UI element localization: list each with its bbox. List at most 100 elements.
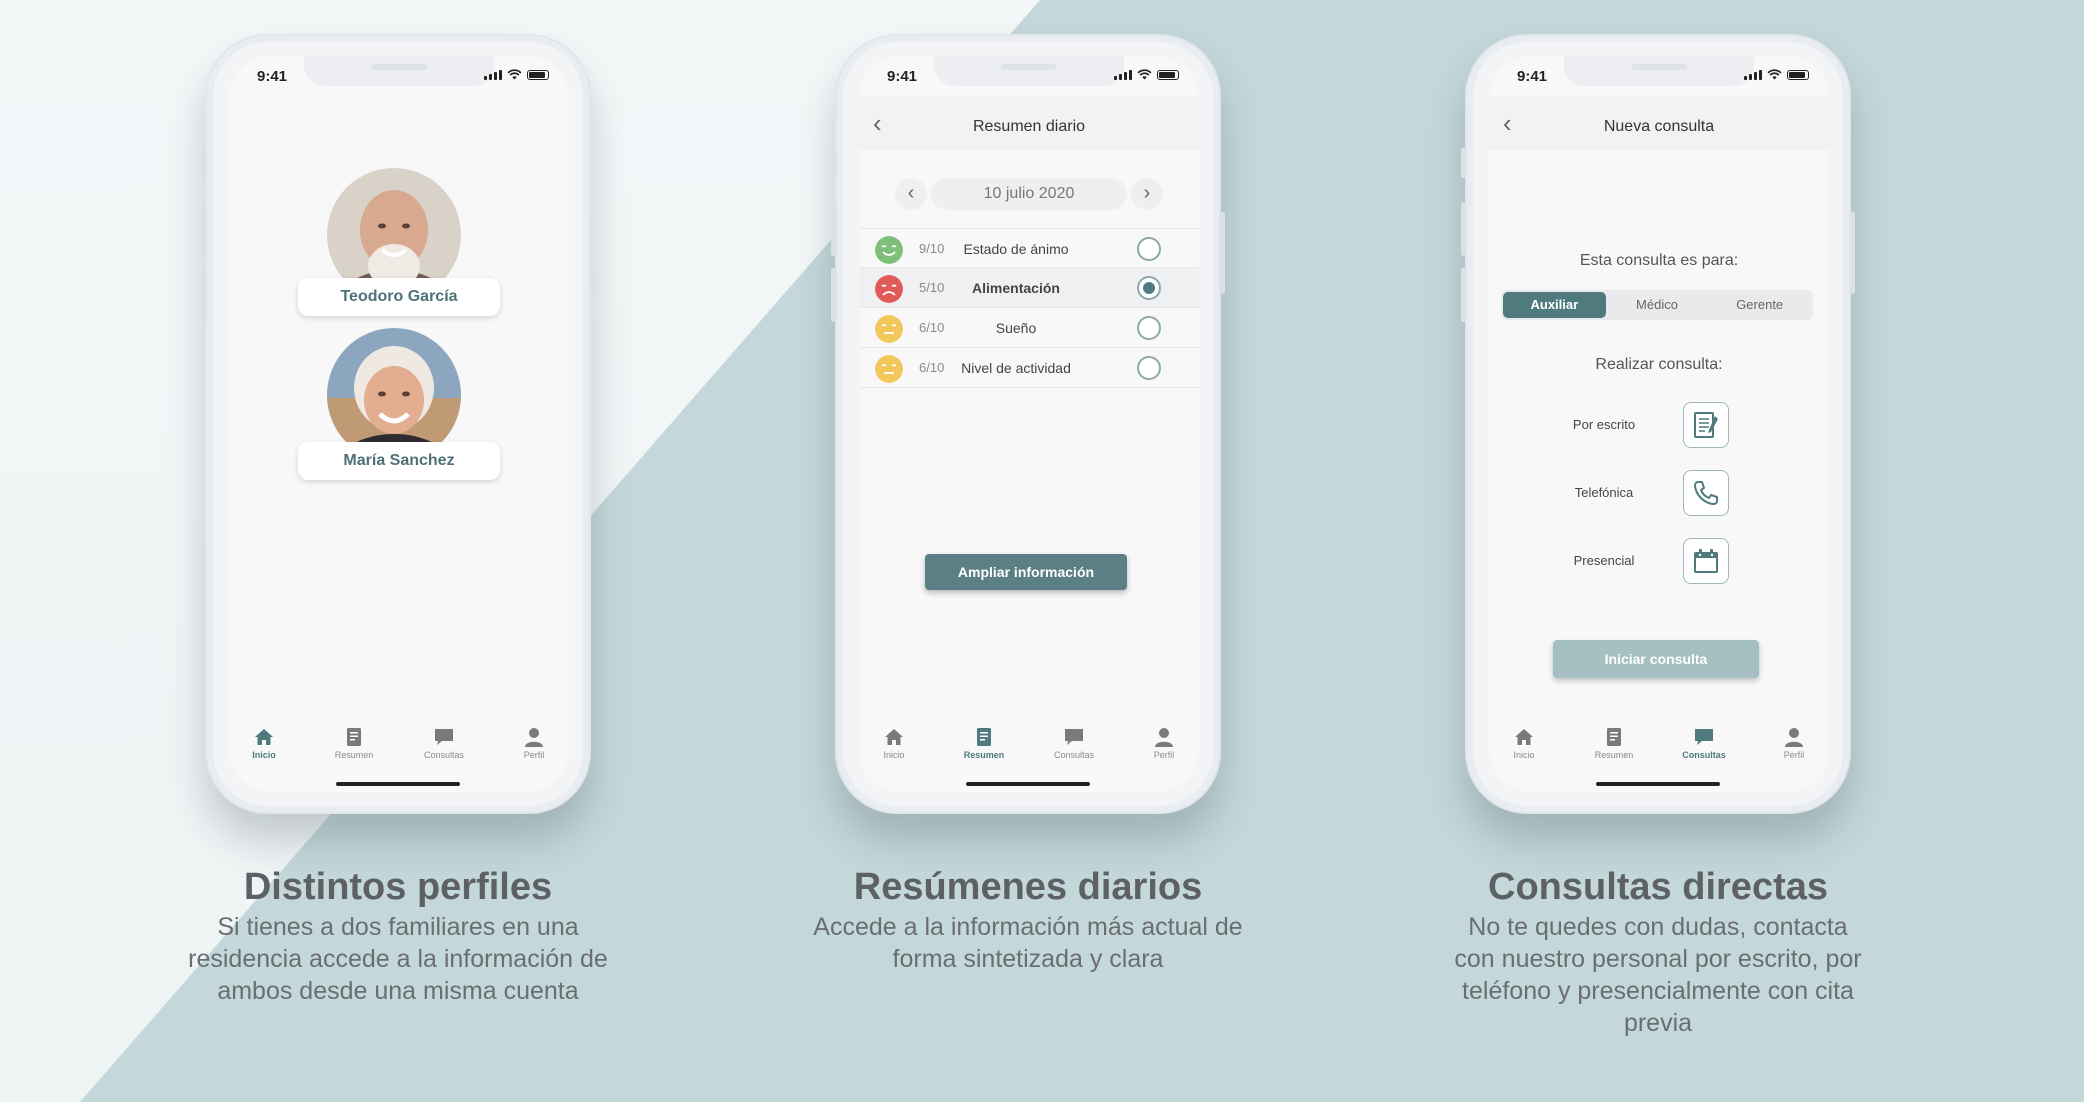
tab-consultas[interactable]: Consultas bbox=[1669, 726, 1739, 760]
tab-resumen[interactable]: Resumen bbox=[949, 726, 1019, 760]
wifi-icon bbox=[1137, 69, 1152, 80]
status-icons bbox=[1114, 69, 1179, 80]
tab-perfil[interactable]: Perfil bbox=[1129, 726, 1199, 760]
screen-title: Resumen diario bbox=[972, 118, 1086, 135]
phone-screen: 9:41 Teodoro García María Sanchez Inicio… bbox=[229, 56, 569, 792]
summary-row-mood[interactable]: 9/10 Estado de ánimo bbox=[859, 228, 1199, 268]
phone-notch bbox=[304, 56, 494, 86]
method-question: Realizar consulta: bbox=[1595, 356, 1723, 373]
caption-title: Resúmenes diarios bbox=[853, 866, 1203, 908]
home-indicator bbox=[1596, 782, 1720, 786]
signal-icon bbox=[484, 69, 502, 80]
written-note-icon bbox=[1694, 412, 1718, 438]
option-in-person[interactable]: Presencial bbox=[1489, 538, 1829, 586]
wifi-icon bbox=[1767, 69, 1782, 80]
document-icon bbox=[1607, 728, 1621, 746]
summary-list: 9/10 Estado de ánimo 5/10 Alimentación 6… bbox=[859, 228, 1199, 388]
user-icon bbox=[525, 728, 543, 747]
feature-daily-summary: ‹ Resumen diario 9:41 ‹ 10 julio 2020 › … bbox=[708, 0, 1348, 1102]
caption-consultations: Consultas directas No te quedes con duda… bbox=[1338, 866, 1978, 1039]
home-indicator bbox=[966, 782, 1090, 786]
summary-row-activity[interactable]: 6/10 Nivel de actividad bbox=[859, 348, 1199, 388]
phone-notch bbox=[1564, 56, 1754, 86]
tab-inicio[interactable]: Inicio bbox=[1489, 726, 1559, 760]
tab-consultas[interactable]: Consultas bbox=[1039, 726, 1109, 760]
tab-bar: Inicio Resumen Consultas Perfil bbox=[229, 724, 569, 792]
caption-summary: Resúmenes diarios Accede a la informació… bbox=[708, 866, 1348, 975]
tab-bar: Inicio Resumen Consultas Perfil bbox=[1489, 724, 1829, 792]
written-option-button[interactable] bbox=[1683, 402, 1729, 448]
happy-face-icon bbox=[875, 236, 903, 264]
phone-mockup-profiles: 9:41 Teodoro García María Sanchez Inicio… bbox=[201, 34, 595, 814]
segment-medico[interactable]: Médico bbox=[1606, 292, 1709, 318]
summary-row-food[interactable]: 5/10 Alimentación bbox=[859, 268, 1199, 308]
nav-header: ‹ Nueva consulta bbox=[1489, 96, 1829, 150]
tab-perfil[interactable]: Perfil bbox=[1759, 726, 1829, 760]
phone-mockup-consultations: ‹ Nueva consulta 9:41 Esta consulta es p… bbox=[1461, 34, 1855, 814]
sad-face-icon bbox=[875, 275, 903, 303]
radio-button[interactable] bbox=[1137, 316, 1161, 340]
segment-auxiliar[interactable]: Auxiliar bbox=[1503, 292, 1606, 318]
status-icons bbox=[484, 69, 549, 80]
phone-option-button[interactable] bbox=[1683, 470, 1729, 516]
radio-button[interactable] bbox=[1137, 356, 1161, 380]
home-indicator bbox=[336, 782, 460, 786]
phone-mockup-summary: ‹ Resumen diario 9:41 ‹ 10 julio 2020 › … bbox=[831, 34, 1225, 814]
summary-row-sleep[interactable]: 6/10 Sueño bbox=[859, 308, 1199, 348]
battery-icon bbox=[527, 70, 549, 80]
feature-consultations: ‹ Nueva consulta 9:41 Esta consulta es p… bbox=[1338, 0, 1978, 1102]
next-date-chevron-icon[interactable]: › bbox=[1131, 178, 1163, 210]
user-icon bbox=[1155, 728, 1173, 747]
home-icon bbox=[1515, 729, 1533, 745]
phone-notch bbox=[934, 56, 1124, 86]
status-time: 9:41 bbox=[1517, 68, 1548, 85]
phone-icon bbox=[1694, 481, 1718, 505]
neutral-face-icon bbox=[875, 315, 903, 343]
tab-consultas[interactable]: Consultas bbox=[409, 726, 479, 760]
battery-icon bbox=[1157, 70, 1179, 80]
nav-header: ‹ Resumen diario bbox=[859, 96, 1199, 150]
tab-inicio[interactable]: Inicio bbox=[229, 726, 299, 760]
phone-screen: ‹ Nueva consulta 9:41 Esta consulta es p… bbox=[1489, 56, 1829, 792]
option-written[interactable]: Por escrito bbox=[1489, 402, 1829, 450]
tab-resumen[interactable]: Resumen bbox=[319, 726, 389, 760]
radio-button-selected[interactable] bbox=[1137, 276, 1161, 300]
phone-screen: ‹ Resumen diario 9:41 ‹ 10 julio 2020 › … bbox=[859, 56, 1199, 792]
expand-info-button[interactable]: Ampliar información bbox=[925, 554, 1127, 590]
chat-icon bbox=[1695, 729, 1713, 745]
profile-card-maria[interactable]: María Sanchez bbox=[298, 442, 500, 480]
start-consultation-button[interactable]: Iniciar consulta bbox=[1553, 640, 1759, 678]
caption-title: Distintos perfiles bbox=[243, 866, 553, 908]
document-icon bbox=[977, 728, 991, 746]
home-icon bbox=[885, 729, 903, 745]
segment-gerente[interactable]: Gerente bbox=[1708, 292, 1811, 318]
chat-icon bbox=[1065, 729, 1083, 745]
user-icon bbox=[1785, 728, 1803, 747]
option-phone[interactable]: Telefónica bbox=[1489, 470, 1829, 518]
status-icons bbox=[1744, 69, 1809, 80]
tab-inicio[interactable]: Inicio bbox=[859, 726, 929, 760]
profile-card-teodoro[interactable]: Teodoro García bbox=[298, 278, 500, 316]
screen-title: Nueva consulta bbox=[1603, 118, 1715, 135]
home-icon bbox=[255, 729, 273, 745]
recipient-question: Esta consulta es para: bbox=[1579, 252, 1739, 269]
document-icon bbox=[347, 728, 361, 746]
prev-date-chevron-icon[interactable]: ‹ bbox=[895, 178, 927, 210]
in-person-option-button[interactable] bbox=[1683, 538, 1729, 584]
date-selector[interactable]: 10 julio 2020 bbox=[931, 178, 1127, 210]
signal-icon bbox=[1744, 69, 1762, 80]
chat-icon bbox=[435, 729, 453, 745]
signal-icon bbox=[1114, 69, 1132, 80]
status-time: 9:41 bbox=[887, 68, 918, 85]
tab-resumen[interactable]: Resumen bbox=[1579, 726, 1649, 760]
neutral-face-icon bbox=[875, 355, 903, 383]
wifi-icon bbox=[507, 69, 522, 80]
recipient-segmented-control: Auxiliar Médico Gerente bbox=[1501, 290, 1813, 320]
battery-icon bbox=[1787, 70, 1809, 80]
feature-profiles: 9:41 Teodoro García María Sanchez Inicio… bbox=[78, 0, 718, 1102]
caption-title: Consultas directas bbox=[1488, 866, 1828, 908]
radio-button[interactable] bbox=[1137, 237, 1161, 261]
calendar-icon bbox=[1694, 549, 1718, 573]
tab-bar: Inicio Resumen Consultas Perfil bbox=[859, 724, 1199, 792]
tab-perfil[interactable]: Perfil bbox=[499, 726, 569, 760]
